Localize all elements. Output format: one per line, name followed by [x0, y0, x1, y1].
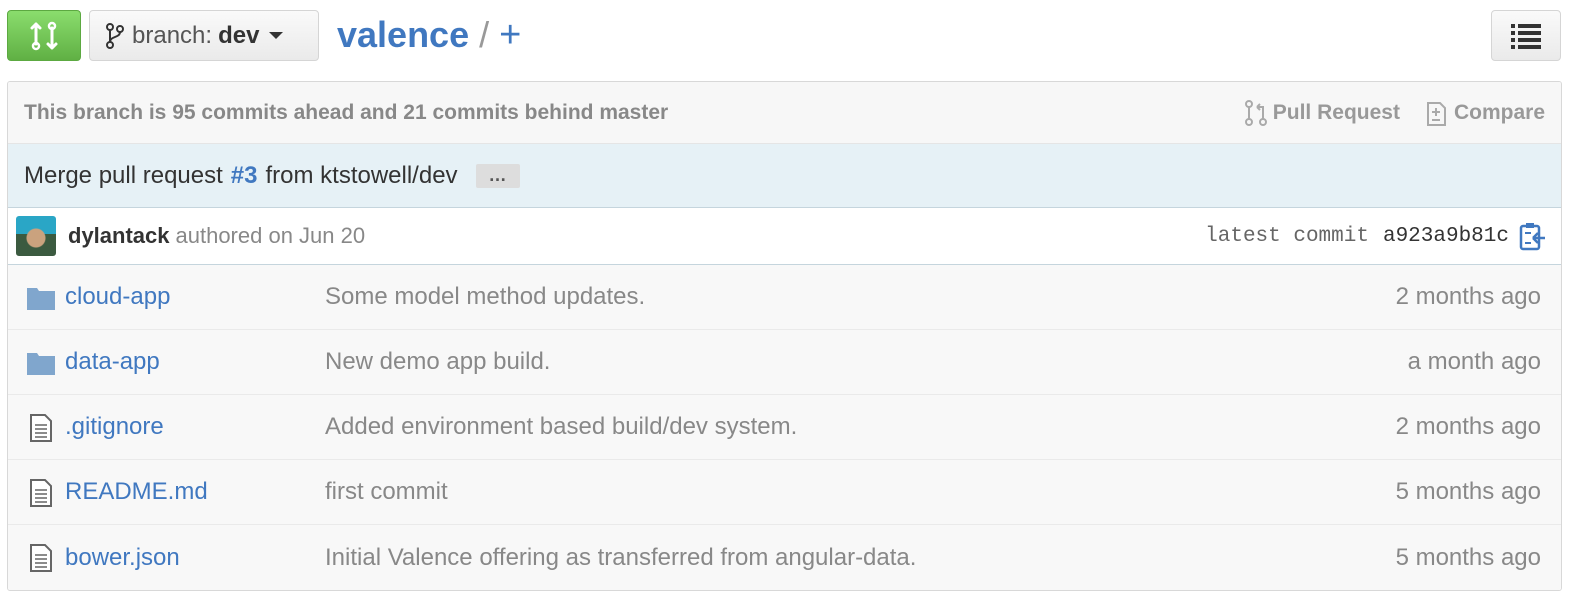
diff-icon: [1426, 101, 1446, 126]
file-commit-message[interactable]: Added environment based build/dev system…: [325, 413, 797, 441]
folder-icon: [26, 348, 56, 378]
pull-request-icon: [1244, 99, 1267, 126]
compare-arrows-icon: [30, 21, 58, 50]
clipboard-icon: [1519, 223, 1545, 251]
file-text-icon: [26, 478, 56, 508]
file-row: data-app New demo app build. a month ago: [8, 330, 1561, 395]
list-view-button[interactable]: [1491, 10, 1561, 61]
new-file-button[interactable]: +: [499, 14, 521, 57]
file-name-link[interactable]: cloud-app: [65, 283, 170, 311]
file-row: bower.json Initial Valence offering as t…: [8, 525, 1561, 590]
commit-title-bar: Merge pull request #3 from ktstowell/dev…: [8, 144, 1561, 208]
file-age: 2 months ago: [1395, 413, 1541, 440]
pull-request-number-link[interactable]: #3: [231, 162, 258, 190]
repo-link[interactable]: valence: [337, 14, 469, 56]
avatar[interactable]: [16, 216, 56, 256]
commit-sha-link[interactable]: a923a9b81c: [1383, 225, 1509, 248]
branch-value: dev: [218, 21, 260, 49]
branch-status-message: This branch is 95 commits ahead and 21 c…: [24, 100, 669, 124]
compare-link[interactable]: Compare: [1426, 99, 1545, 127]
latest-commit-label: latest commit: [1205, 224, 1369, 248]
file-age: 2 months ago: [1395, 283, 1541, 310]
commit-title-prefix: Merge pull request: [24, 161, 223, 189]
file-commit-message[interactable]: New demo app build.: [325, 348, 550, 376]
file-age: 5 months ago: [1395, 543, 1541, 571]
compare-button[interactable]: [7, 10, 81, 61]
commit-meta-bar: dylantack authored on Jun 20 latest comm…: [8, 208, 1561, 265]
file-age: 5 months ago: [1395, 478, 1541, 505]
file-commit-message[interactable]: Initial Valence offering as transferred …: [325, 544, 916, 572]
file-list: cloud-app Some model method updates. 2 m…: [8, 265, 1561, 590]
file-commit-message[interactable]: first commit: [325, 478, 448, 506]
branch-label: branch:: [132, 21, 213, 49]
folder-icon: [26, 283, 56, 313]
breadcrumb: valence / +: [337, 12, 521, 58]
file-name-link[interactable]: data-app: [65, 348, 160, 376]
commit-date: authored on Jun 20: [175, 223, 366, 248]
file-name-link[interactable]: bower.json: [65, 544, 180, 572]
git-branch-icon: [106, 22, 124, 49]
file-text-icon: [26, 543, 56, 573]
file-commit-message[interactable]: Some model method updates.: [325, 283, 645, 311]
file-text-icon: [26, 413, 56, 443]
pull-request-label: Pull Request: [1272, 100, 1400, 124]
branch-selector[interactable]: branch: dev: [89, 10, 319, 61]
pull-request-link[interactable]: Pull Request: [1244, 99, 1400, 126]
breadcrumb-separator: /: [479, 14, 490, 55]
branch-status-bar: This branch is 95 commits ahead and 21 c…: [8, 82, 1561, 144]
list-icon: [1511, 23, 1541, 49]
file-name-link[interactable]: .gitignore: [65, 413, 164, 441]
chevron-down-icon: [269, 32, 284, 39]
file-row: .gitignore Added environment based build…: [8, 395, 1561, 460]
file-age: a month ago: [1407, 348, 1541, 375]
compare-label: Compare: [1453, 100, 1545, 124]
file-navigation: This branch is 95 commits ahead and 21 c…: [7, 81, 1562, 591]
file-row: cloud-app Some model method updates. 2 m…: [8, 265, 1561, 330]
file-name-link[interactable]: README.md: [65, 478, 208, 506]
commit-author[interactable]: dylantack: [68, 223, 170, 249]
file-row: README.md first commit 5 months ago: [8, 460, 1561, 525]
commit-title-suffix: from ktstowell/dev: [265, 161, 458, 189]
expand-commit-message-button[interactable]: …: [475, 163, 520, 188]
copy-sha-button[interactable]: [1519, 221, 1547, 251]
